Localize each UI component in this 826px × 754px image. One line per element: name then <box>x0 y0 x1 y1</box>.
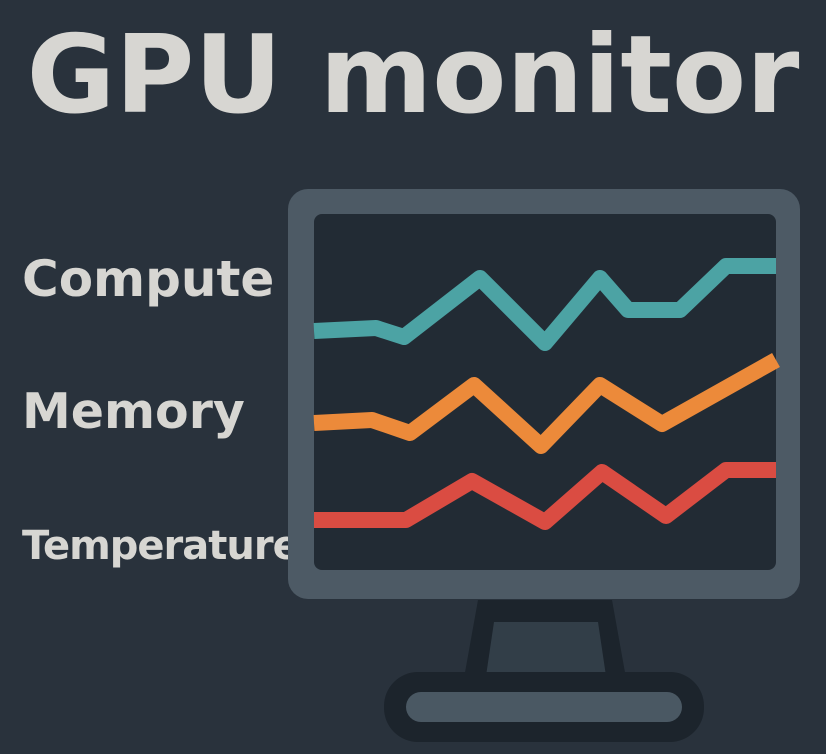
monitor-icon <box>288 189 800 742</box>
monitor-stand-neck-inner <box>486 622 606 676</box>
monitor-stand-base-inner <box>406 692 682 722</box>
